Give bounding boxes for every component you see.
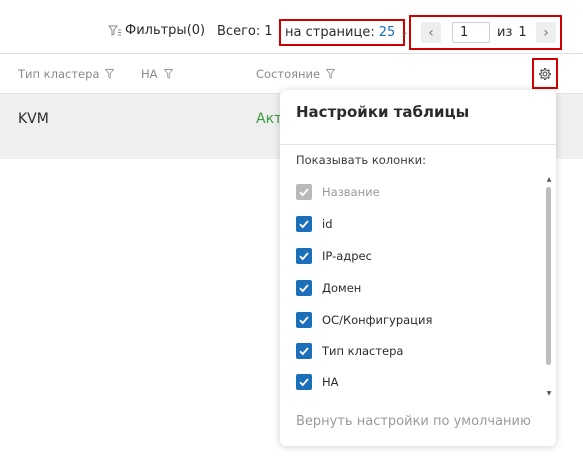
filters-button[interactable]: Фильтры(0) — [108, 23, 205, 38]
column-option-os-config[interactable]: ОС/Конфигурация — [296, 312, 432, 328]
checkbox[interactable] — [296, 248, 312, 264]
per-page-label: на странице: — [285, 25, 375, 40]
gear-icon[interactable] — [538, 67, 552, 81]
cell-state: Акт — [256, 111, 283, 127]
cell-cluster-type: KVM — [18, 111, 49, 127]
check-icon — [299, 284, 309, 293]
column-option-ha[interactable]: НА — [296, 374, 339, 390]
scroll-up-arrow-icon[interactable]: ▲ — [545, 176, 553, 184]
total-count: Всего: 1 — [217, 24, 273, 39]
option-label: Название — [322, 185, 380, 199]
check-icon — [299, 220, 309, 229]
page-number-input[interactable] — [452, 22, 490, 43]
popover-subtitle: Показывать колонки: — [296, 153, 427, 167]
checkbox[interactable] — [296, 280, 312, 296]
column-header-ha[interactable]: НА — [141, 67, 173, 81]
table-toolbar: Фильтры(0) Всего: 1 на странице: 25 ⌄ ‹ … — [0, 0, 583, 54]
column-option-id[interactable]: id — [296, 216, 333, 232]
pagination-highlight: ‹ из 1 › — [409, 15, 562, 50]
page-total-text: из 1 — [497, 25, 527, 40]
reset-defaults-button[interactable]: Вернуть настройки по умолчанию — [296, 414, 531, 429]
prev-page-button[interactable]: ‹ — [421, 22, 441, 43]
table-page: Фильтры(0) Всего: 1 на странице: 25 ⌄ ‹ … — [0, 0, 583, 458]
column-option-ip-address[interactable]: IP-адрес — [296, 248, 372, 264]
funnel-icon — [108, 25, 121, 36]
check-icon — [299, 347, 309, 356]
table-settings-popover: Настройки таблицы Показывать колонки: На… — [280, 90, 556, 446]
scrollbar[interactable]: ▲ ▼ — [545, 176, 553, 402]
scroll-down-arrow-icon[interactable]: ▼ — [545, 390, 553, 398]
per-page-select[interactable]: на странице: 25 ⌄ — [285, 25, 409, 40]
chevron-left-icon: ‹ — [428, 24, 434, 41]
option-label: Домен — [322, 281, 362, 295]
checkbox[interactable] — [296, 312, 312, 328]
checkbox — [296, 184, 312, 200]
column-option-cluster-type[interactable]: Тип кластера — [296, 343, 403, 359]
next-page-button[interactable]: › — [536, 22, 556, 43]
checkbox[interactable] — [296, 374, 312, 390]
column-option-name: Название — [296, 184, 380, 200]
per-page-value: 25 — [378, 25, 396, 40]
per-page-highlight: на странице: 25 ⌄ — [279, 19, 409, 46]
checkbox[interactable] — [296, 216, 312, 232]
option-label: IP-адрес — [322, 249, 372, 263]
chevron-right-icon: › — [543, 24, 549, 41]
filters-label: Фильтры(0) — [125, 23, 206, 38]
popover-divider — [280, 144, 556, 145]
table-header: Тип кластера НА Состояние — [0, 54, 583, 94]
check-icon — [299, 252, 309, 261]
option-label: НА — [322, 375, 339, 389]
column-header-state[interactable]: Состояние — [256, 67, 336, 81]
settings-highlight — [532, 58, 558, 89]
chevron-down-icon: ⌄ — [400, 27, 409, 38]
funnel-icon[interactable] — [105, 69, 115, 79]
option-label: id — [322, 217, 333, 231]
option-label: ОС/Конфигурация — [322, 313, 433, 327]
scrollbar-thumb[interactable] — [546, 187, 551, 365]
column-header-cluster-type[interactable]: Тип кластера — [18, 67, 115, 81]
checkbox[interactable] — [296, 343, 312, 359]
column-header-label: Тип кластера — [18, 67, 100, 81]
funnel-icon[interactable] — [163, 69, 173, 79]
column-header-label: НА — [141, 67, 158, 81]
page-of-label: из — [497, 25, 513, 40]
page-total: 1 — [518, 25, 527, 40]
popover-title: Настройки таблицы — [296, 103, 470, 121]
funnel-icon[interactable] — [326, 69, 336, 79]
check-icon — [299, 188, 309, 197]
option-label: Тип кластера — [322, 344, 404, 358]
check-icon — [299, 378, 309, 387]
column-option-domain[interactable]: Домен — [296, 280, 361, 296]
column-header-label: Состояние — [256, 67, 321, 81]
check-icon — [299, 316, 309, 325]
